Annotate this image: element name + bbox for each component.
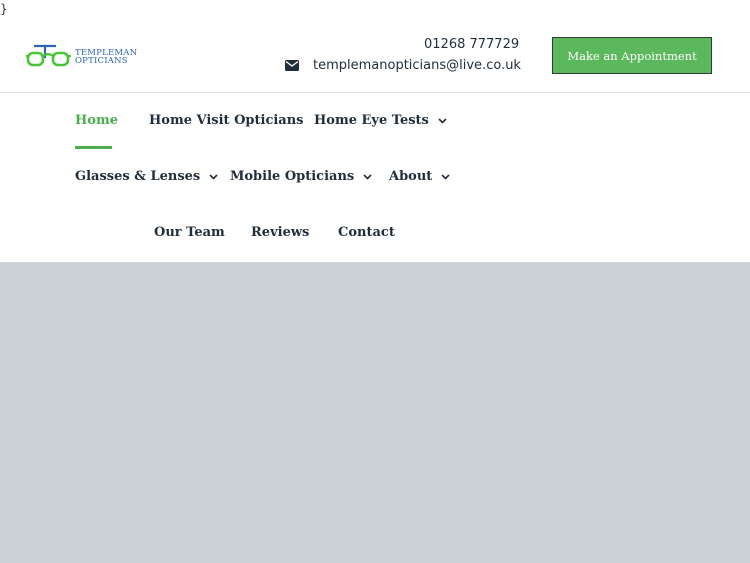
- hero-banner-placeholder: [0, 262, 750, 563]
- site-header: TEMPLEMAN OPTICIANS 01268 777729 templem…: [0, 0, 750, 92]
- glasses-logo-icon: [26, 44, 71, 67]
- make-appointment-button[interactable]: Make an Appointment: [552, 37, 712, 74]
- nav-glasses-lenses[interactable]: Glasses & Lenses: [75, 169, 218, 184]
- nav-team-label: Our Team: [154, 225, 225, 240]
- chevron-down-icon: [438, 117, 447, 124]
- nav-mobile-label: Mobile Opticians: [230, 169, 355, 184]
- logo-text: TEMPLEMAN OPTICIANS: [75, 49, 139, 66]
- nav-about-label: About: [389, 169, 433, 184]
- nav-home-label: Home: [75, 113, 118, 128]
- nav-reviews[interactable]: Reviews: [251, 225, 309, 240]
- logo-line-2: OPTICIANS: [75, 56, 128, 66]
- nav-home[interactable]: Home: [75, 113, 118, 128]
- active-nav-indicator: [75, 146, 112, 149]
- email-contact[interactable]: templemanopticians@live.co.uk: [285, 58, 521, 73]
- phone-number[interactable]: 01268 777729: [424, 37, 519, 52]
- chevron-down-icon: [441, 173, 450, 180]
- nav-our-team[interactable]: Our Team: [154, 225, 225, 240]
- nav-eye-tests-label: Home Eye Tests: [314, 113, 429, 128]
- nav-mobile-opticians[interactable]: Mobile Opticians: [230, 169, 372, 184]
- nav-glasses-label: Glasses & Lenses: [75, 169, 201, 184]
- main-navigation: Home Home Visit Opticians Home Eye Tests…: [0, 93, 750, 262]
- nav-contact-label: Contact: [338, 225, 395, 240]
- nav-home-visit-label: Home Visit Opticians: [149, 113, 304, 128]
- envelope-icon: [285, 60, 299, 71]
- nav-reviews-label: Reviews: [251, 225, 310, 240]
- nav-contact[interactable]: Contact: [338, 225, 395, 240]
- chevron-down-icon: [209, 173, 218, 180]
- nav-home-eye-tests[interactable]: Home Eye Tests: [314, 113, 447, 128]
- nav-about[interactable]: About: [389, 169, 450, 184]
- logo[interactable]: TEMPLEMAN OPTICIANS: [26, 44, 139, 70]
- nav-home-visit-opticians[interactable]: Home Visit Opticians: [149, 113, 304, 128]
- email-address: templemanopticians@live.co.uk: [313, 58, 521, 73]
- chevron-down-icon: [363, 173, 372, 180]
